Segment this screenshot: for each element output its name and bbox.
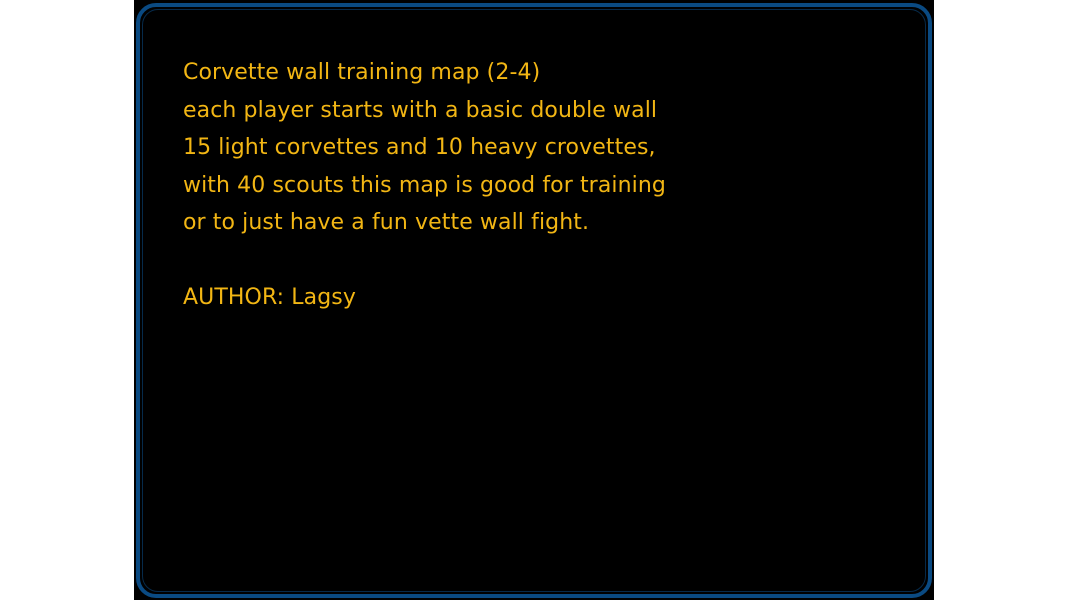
map-description-text: Corvette wall training map (2-4) each pl… [183,54,883,317]
author-line: AUTHOR: Lagsy [183,285,356,310]
screen: Corvette wall training map (2-4) each pl… [0,0,1067,600]
description-line-3: 15 light corvettes and 10 heavy crovette… [183,135,656,160]
description-line-2: each player starts with a basic double w… [183,97,658,123]
description-line-1: Corvette wall training map (2-4) [183,60,541,85]
description-line-5: or to just have a fun vette wall fight. [183,210,590,235]
description-line-4: with 40 scouts this map is good for trai… [183,172,666,198]
